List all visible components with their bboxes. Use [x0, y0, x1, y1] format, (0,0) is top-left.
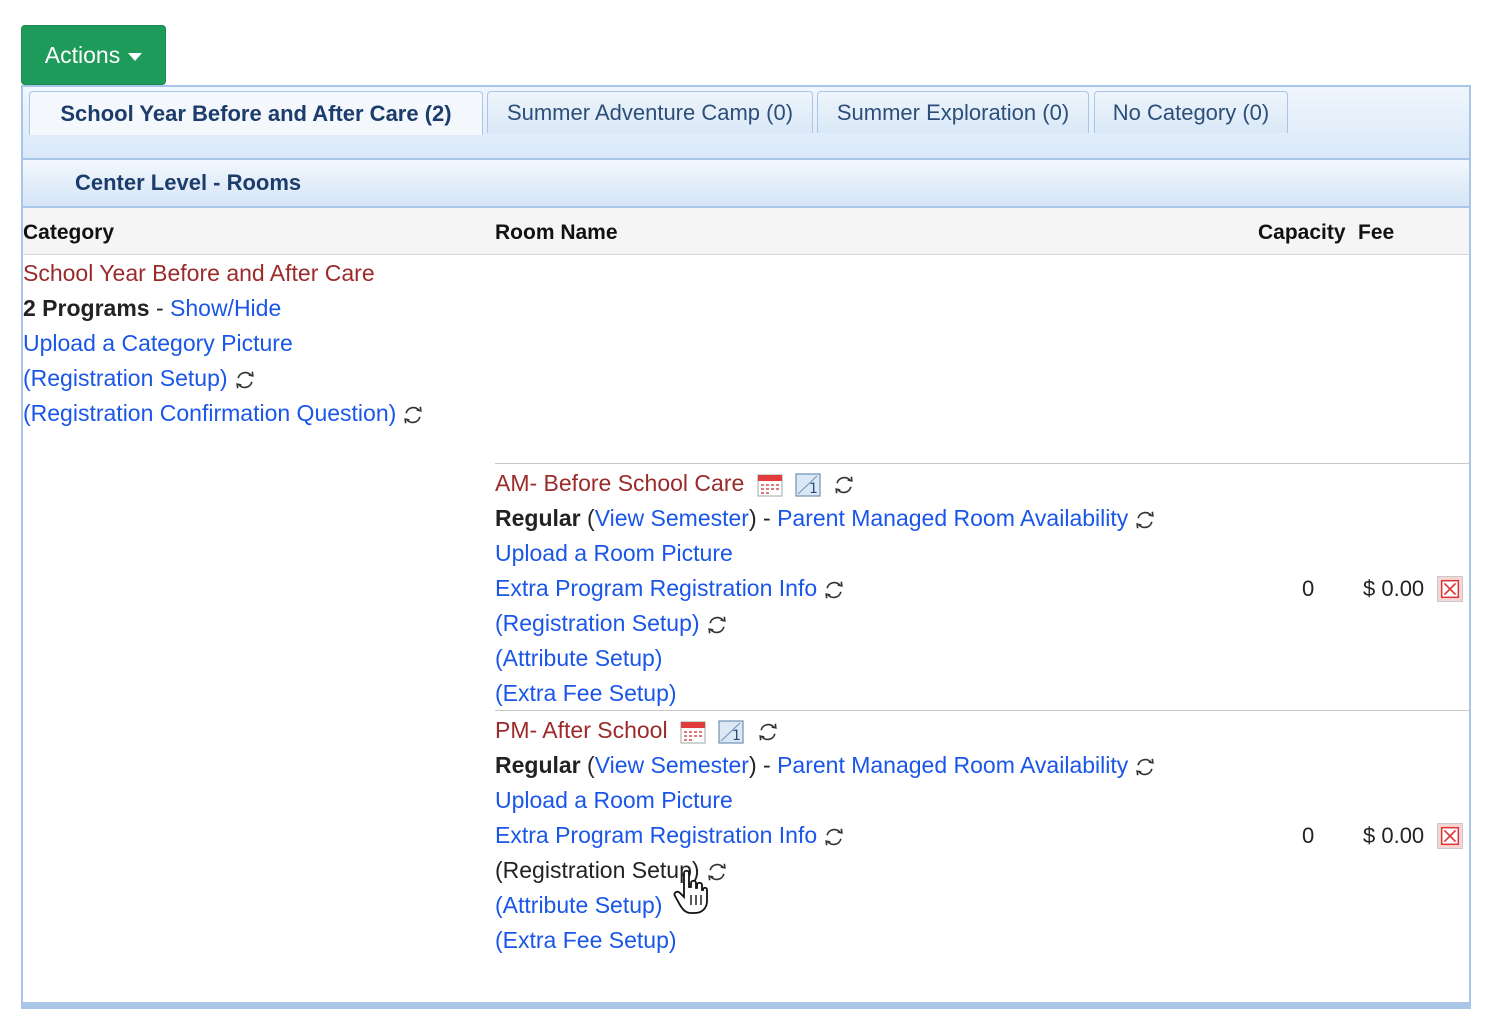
room-registration-setup-link-hovered[interactable]: (Registration Setup)	[495, 857, 700, 883]
attribute-setup-line: (Attribute Setup)	[495, 890, 662, 920]
refresh-icon[interactable]	[757, 721, 779, 743]
room-fee: $ 0.00	[1363, 823, 1425, 848]
calendar-icon[interactable]	[757, 473, 783, 497]
column-fee: Fee	[1358, 221, 1395, 244]
extra-program-registration-info-link[interactable]: Extra Program Registration Info	[495, 575, 817, 601]
refresh-icon[interactable]	[234, 369, 256, 391]
actions-button[interactable]: Actions	[21, 25, 166, 85]
refresh-icon[interactable]	[823, 826, 845, 848]
upload-room-picture-line: Upload a Room Picture	[495, 785, 733, 815]
room-name-line: AM- Before School Care 1	[495, 468, 855, 498]
separator: -	[149, 295, 171, 321]
refresh-icon[interactable]	[1134, 509, 1156, 531]
row-separator	[495, 463, 1471, 464]
extra-program-registration-info-link[interactable]: Extra Program Registration Info	[495, 822, 817, 848]
punctuation: ) -	[748, 505, 778, 531]
refresh-icon[interactable]	[1134, 756, 1156, 778]
room-type: Regular	[495, 752, 581, 778]
show-hide-link[interactable]: Show/Hide	[170, 295, 281, 321]
tab-label: No Category (0)	[1112, 99, 1270, 125]
panel-bottom-border	[23, 1002, 1469, 1007]
tab-label: School Year Before and After Care (2)	[60, 100, 452, 126]
rooms-panel: School Year Before and After Care (2) Su…	[21, 85, 1471, 1009]
tab-summer-adventure-camp[interactable]: Summer Adventure Camp (0)	[487, 91, 813, 133]
row-separator	[495, 710, 1471, 711]
upload-room-picture-link[interactable]: Upload a Room Picture	[495, 540, 733, 566]
svg-text:1: 1	[809, 481, 818, 497]
tab-label: Summer Exploration (0)	[836, 99, 1070, 125]
extra-fee-setup-line: (Extra Fee Setup)	[495, 678, 677, 708]
extra-fee-setup-line: (Extra Fee Setup)	[495, 925, 677, 955]
category-tab-bar: School Year Before and After Care (2) Su…	[23, 87, 1469, 160]
attribute-setup-link[interactable]: (Attribute Setup)	[495, 892, 662, 918]
refresh-icon[interactable]	[402, 404, 424, 426]
column-headers: Category Room Name Capacity Fee	[23, 208, 1469, 255]
upload-category-picture-link[interactable]: Upload a Category Picture	[23, 330, 293, 356]
refresh-icon[interactable]	[823, 579, 845, 601]
attribute-setup-line: (Attribute Setup)	[495, 643, 662, 673]
section-title: Center Level - Rooms	[75, 170, 302, 195]
room-type: Regular	[495, 505, 581, 531]
tab-no-category[interactable]: No Category (0)	[1094, 91, 1288, 133]
tab-label: Summer Adventure Camp (0)	[506, 99, 794, 125]
view-semester-link[interactable]: View Semester	[595, 752, 749, 778]
section-header: Center Level - Rooms	[23, 160, 1469, 208]
day-one-icon[interactable]: 1	[795, 473, 821, 497]
extra-info-line: Extra Program Registration Info	[495, 573, 845, 603]
category-registration-setup-link[interactable]: (Registration Setup)	[23, 365, 228, 391]
parent-managed-availability-link[interactable]: Parent Managed Room Availability	[777, 752, 1128, 778]
column-room-name: Room Name	[495, 221, 618, 244]
actions-label: Actions	[44, 41, 121, 68]
programs-count: 2 Programs	[23, 295, 150, 321]
registration-confirmation-question-link[interactable]: (Registration Confirmation Question)	[23, 400, 396, 426]
parent-managed-availability-link[interactable]: Parent Managed Room Availability	[777, 505, 1128, 531]
room-registration-setup-link[interactable]: (Registration Setup)	[495, 610, 700, 636]
confirmation-question-line: (Registration Confirmation Question)	[23, 398, 424, 428]
refresh-icon[interactable]	[833, 474, 855, 496]
upload-category-picture-line: Upload a Category Picture	[23, 328, 293, 358]
extra-fee-setup-link[interactable]: (Extra Fee Setup)	[495, 927, 677, 953]
punctuation: (	[580, 752, 595, 778]
room-registration-setup-line: (Registration Setup)	[495, 608, 728, 638]
extra-fee-setup-link[interactable]: (Extra Fee Setup)	[495, 680, 677, 706]
category-name: School Year Before and After Care	[23, 260, 375, 286]
attribute-setup-link[interactable]: (Attribute Setup)	[495, 645, 662, 671]
delete-icon[interactable]	[1437, 576, 1463, 602]
extra-info-line: Extra Program Registration Info	[495, 820, 845, 850]
room-capacity: 0	[1302, 823, 1315, 848]
view-semester-link[interactable]: View Semester	[595, 505, 749, 531]
punctuation: ) -	[748, 752, 778, 778]
calendar-icon[interactable]	[680, 720, 706, 744]
room-name: AM- Before School Care	[495, 470, 745, 496]
room-type-line: Regular (View Semester) - Parent Managed…	[495, 750, 1156, 780]
refresh-icon[interactable]	[706, 614, 728, 636]
column-capacity: Capacity	[1258, 221, 1346, 244]
room-name-line: PM- After School 1	[495, 715, 779, 745]
upload-room-picture-line: Upload a Room Picture	[495, 538, 733, 568]
room-name: PM- After School	[495, 717, 668, 743]
category-registration-setup-line: (Registration Setup)	[23, 363, 256, 393]
tab-school-year[interactable]: School Year Before and After Care (2)	[29, 91, 483, 135]
upload-room-picture-link[interactable]: Upload a Room Picture	[495, 787, 733, 813]
room-capacity: 0	[1302, 576, 1315, 601]
punctuation: (	[580, 505, 595, 531]
day-one-icon[interactable]: 1	[718, 720, 744, 744]
caret-down-icon	[128, 53, 143, 61]
hand-pointer-cursor	[673, 869, 708, 914]
room-fee: $ 0.00	[1363, 576, 1425, 601]
delete-icon[interactable]	[1437, 823, 1463, 849]
column-category: Category	[23, 221, 115, 244]
programs-line: 2 Programs - Show/Hide	[23, 293, 281, 323]
svg-text:1: 1	[732, 728, 741, 744]
room-type-line: Regular (View Semester) - Parent Managed…	[495, 503, 1156, 533]
tab-summer-exploration[interactable]: Summer Exploration (0)	[817, 91, 1089, 133]
